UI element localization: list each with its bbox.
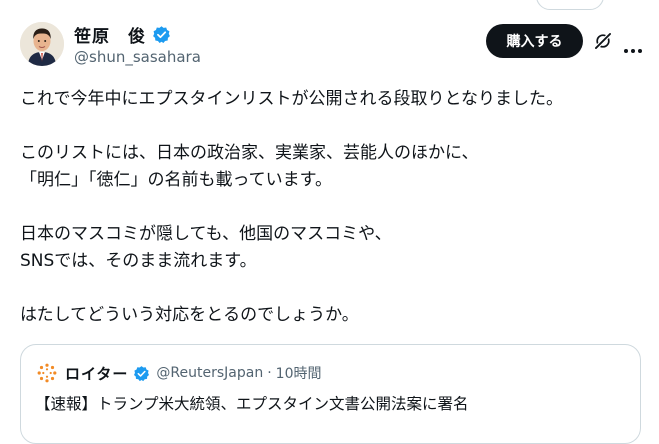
author-display-name[interactable]: 笹原 俊 [74,22,146,47]
more-icon[interactable] [623,39,643,53]
reuters-logo-icon[interactable] [37,363,57,383]
author-block: 笹原 俊 @shun_sasahara [74,23,201,66]
quoted-tweet-header: ロイター @ReutersJapan · 10時間 [65,361,321,385]
quoted-author-name[interactable]: ロイター [65,363,128,384]
author-name-row: 笹原 俊 [74,22,201,47]
quoted-author-handle[interactable]: @ReutersJapan [156,365,263,381]
verified-badge-icon[interactable] [152,25,171,44]
quoted-tweet-text: 【速報】トランプ米大統領、エプスタイン文書公開法案に署名 [35,395,469,413]
avatar[interactable] [20,22,64,66]
quoted-tweet-card[interactable]: ロイター @ReutersJapan · 10時間 【速報】トランプ米大統領、エ… [20,344,641,444]
grok-icon[interactable] [593,31,613,51]
previous-row-button-fragment[interactable] [536,0,604,10]
tweet-text: これで今年中にエプスタインリストが公開される段取りとなりました。 このリストには… [20,89,563,325]
previous-row-text-fragment [82,0,142,4]
buy-button[interactable]: 購入する [486,24,583,58]
quoted-separator: · [267,365,272,381]
quoted-verified-badge-icon [133,365,150,382]
avatar-image [20,22,64,66]
author-handle[interactable]: @shun_sasahara [74,48,201,66]
quoted-timestamp[interactable]: 10時間 [276,363,322,383]
